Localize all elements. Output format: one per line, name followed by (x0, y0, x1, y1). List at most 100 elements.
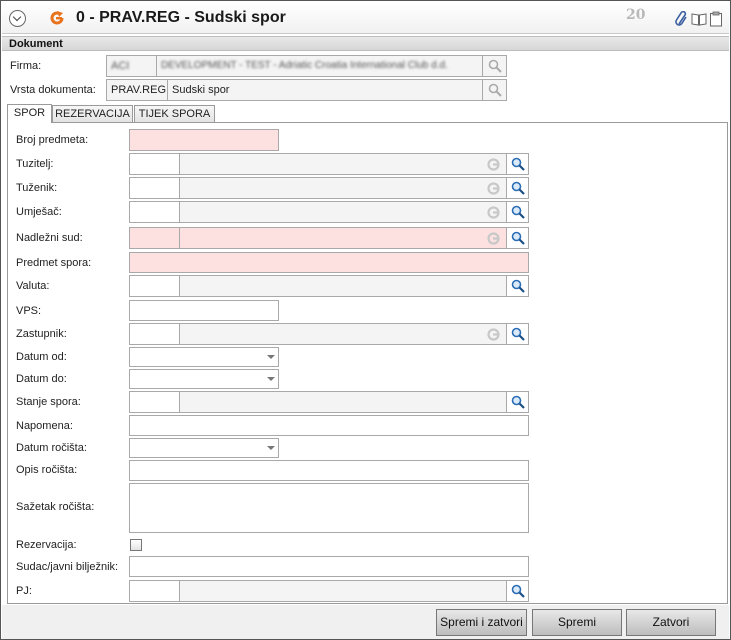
paperclip-icon[interactable] (675, 11, 689, 27)
umjesac-search-button[interactable] (506, 201, 529, 223)
datum-do-select[interactable] (129, 369, 279, 389)
tuzitelj-search-button[interactable] (506, 153, 529, 175)
stanje-spora-code-input[interactable] (129, 391, 180, 413)
zastupnik-name-field (179, 323, 507, 345)
chevron-down-icon (267, 355, 275, 359)
tuzenik-name-field (179, 177, 507, 199)
predmet-spora-input[interactable] (129, 252, 529, 273)
umjesac-code-input[interactable] (129, 201, 180, 223)
pj-name-field (179, 580, 507, 602)
datum-od-label: Datum od: (16, 351, 67, 363)
datum-do-label: Datum do: (16, 373, 67, 385)
firma-code: ACI (111, 60, 130, 72)
title-bar: 0 - PRAV.REG - Sudski spor 20 (2, 2, 729, 34)
nadlezni-sud-code-input[interactable] (129, 227, 180, 249)
search-icon (511, 205, 525, 219)
search-icon (511, 231, 525, 245)
vrsta-code-field[interactable]: PRAV.REG (106, 79, 168, 101)
window-title: 0 - PRAV.REG - Sudski spor (76, 9, 286, 26)
vrsta-search-button[interactable] (482, 79, 507, 101)
stanje-spora-search-button[interactable] (506, 391, 529, 413)
broj-predmeta-input[interactable] (129, 129, 279, 151)
firma-name: DEVELOPMENT - TEST - Adriatic Croatia In… (161, 60, 448, 71)
datum-od-select[interactable] (129, 347, 279, 367)
search-icon (511, 395, 525, 409)
stanje-spora-name-field (179, 391, 507, 413)
tuzitelj-label: Tuzitelj: (16, 158, 54, 170)
refresh-icon[interactable] (487, 232, 500, 245)
vrsta-label: Vrsta dokumenta: (10, 84, 96, 96)
tuzenik-code-input[interactable] (129, 177, 180, 199)
search-icon (511, 327, 525, 341)
firma-label: Firma: (10, 60, 42, 72)
search-icon (488, 59, 502, 73)
broj-predmeta-label: Broj predmeta: (16, 134, 89, 146)
valuta-code-input[interactable] (129, 275, 180, 297)
vps-input[interactable] (129, 300, 279, 321)
firma-search-button[interactable] (482, 55, 507, 77)
stanje-spora-label: Stanje spora: (16, 396, 81, 408)
dialog-window: 0 - PRAV.REG - Sudski spor 20 Dokument F… (0, 0, 731, 640)
umjesac-label: Umješač: (16, 206, 62, 218)
refresh-icon[interactable] (49, 10, 65, 26)
rezervacija-label: Rezervacija: (16, 539, 77, 551)
refresh-icon[interactable] (487, 158, 500, 171)
search-icon (488, 83, 502, 97)
firma-code-field[interactable]: ACI (106, 55, 157, 77)
clipboard-icon[interactable] (709, 11, 723, 27)
pj-label: PJ: (16, 585, 32, 597)
nadlezni-sud-label: Nadležni sud: (16, 232, 83, 244)
sudac-label: Sudac/javni bilježnik: (16, 561, 119, 573)
zastupnik-code-input[interactable] (129, 323, 180, 345)
chevron-down-icon (267, 377, 275, 381)
tab-tijek-spora[interactable]: TIJEK SPORA (134, 105, 215, 123)
opis-rocista-label: Opis ročišta: (16, 464, 78, 476)
napomena-label: Napomena: (16, 420, 73, 432)
save-and-close-button[interactable]: Spremi i zatvori (436, 609, 527, 636)
pj-search-button[interactable] (506, 580, 529, 602)
save-button[interactable]: Spremi (532, 609, 622, 636)
tuzenik-label: Tuženik: (16, 182, 58, 194)
vps-label: VPS: (16, 305, 42, 317)
valuta-name-field (179, 275, 507, 297)
umjesac-name-field (179, 201, 507, 223)
datum-rocista-label: Datum ročišta: (16, 442, 87, 454)
nadlezni-sud-name-field (179, 227, 507, 249)
vrsta-name: Sudski spor (172, 84, 230, 96)
search-icon (511, 584, 525, 598)
pj-code-input[interactable] (129, 580, 180, 602)
firma-name-field[interactable]: DEVELOPMENT - TEST - Adriatic Croatia In… (156, 55, 483, 77)
valuta-label: Valuta: (16, 280, 50, 292)
rezervacija-checkbox[interactable] (130, 539, 142, 551)
close-button[interactable]: Zatvori (626, 609, 716, 636)
tuzitelj-code-input[interactable] (129, 153, 180, 175)
search-icon (511, 157, 525, 171)
search-icon (511, 279, 525, 293)
vrsta-name-field[interactable]: Sudski spor (167, 79, 483, 101)
tab-rezervacija[interactable]: REZERVACIJA (52, 105, 133, 123)
section-header: Dokument (2, 36, 729, 51)
zastupnik-search-button[interactable] (506, 323, 529, 345)
tab-spor[interactable]: SPOR (7, 104, 52, 123)
valuta-search-button[interactable] (506, 275, 529, 297)
vrsta-code: PRAV.REG (111, 84, 167, 96)
book-icon[interactable] (691, 11, 707, 27)
tuzenik-search-button[interactable] (506, 177, 529, 199)
refresh-icon[interactable] (487, 206, 500, 219)
zastupnik-label: Zastupnik: (16, 328, 67, 340)
nadlezni-sud-search-button[interactable] (506, 227, 529, 249)
refresh-icon[interactable] (487, 182, 500, 195)
predmet-spora-label: Predmet spora: (16, 257, 92, 269)
record-counter: 20 (626, 7, 646, 23)
chevron-down-icon (267, 446, 275, 450)
datum-rocista-select[interactable] (129, 438, 279, 458)
sazetak-rocista-label: Sažetak ročišta: (16, 501, 95, 513)
napomena-input[interactable] (129, 415, 529, 436)
opis-rocista-input[interactable] (129, 460, 529, 481)
tuzitelj-name-field (179, 153, 507, 175)
sazetak-rocista-textarea[interactable] (129, 483, 529, 533)
sudac-input[interactable] (129, 556, 529, 577)
collapse-icon[interactable] (9, 10, 26, 27)
search-icon (511, 181, 525, 195)
refresh-icon[interactable] (487, 328, 500, 341)
